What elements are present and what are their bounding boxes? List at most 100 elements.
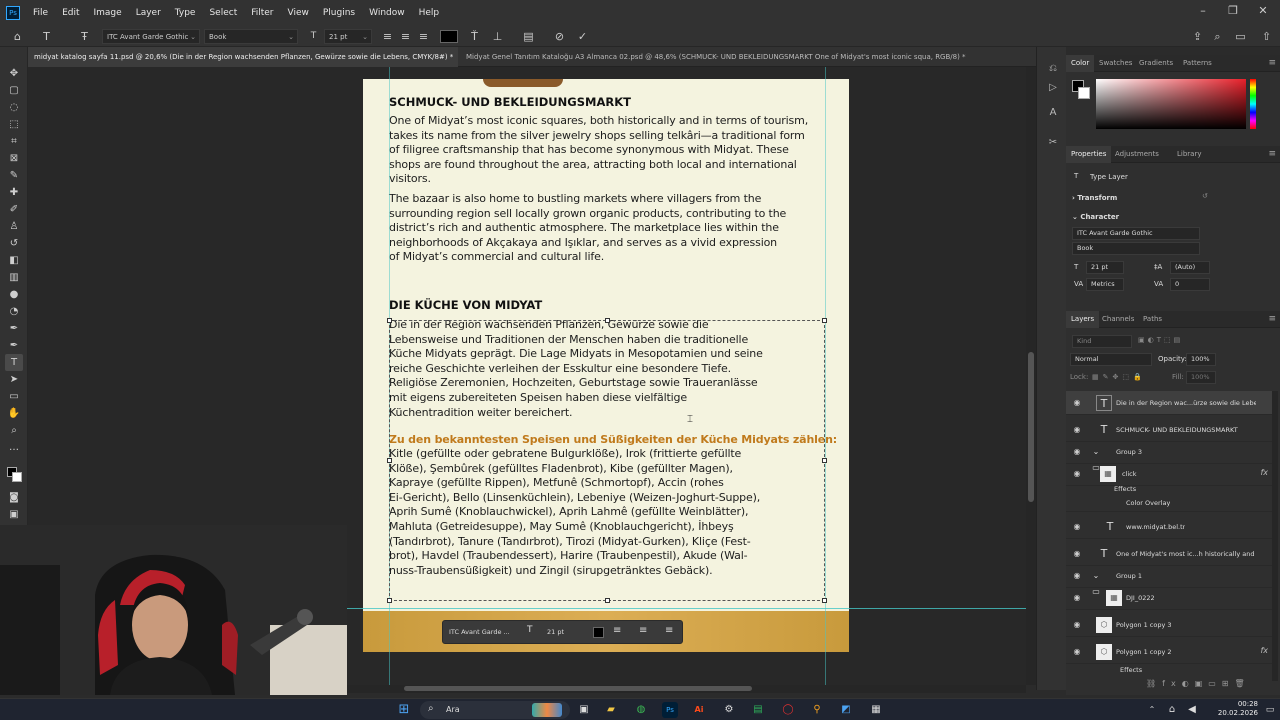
- gradient-tool-icon[interactable]: ▥: [5, 269, 23, 286]
- layer-row[interactable]: ◉ ⌄ ▭ Group 3: [1066, 440, 1272, 472]
- ctx-font-size[interactable]: 21 pt: [547, 626, 583, 639]
- search-icon[interactable]: ⌕: [1209, 28, 1226, 45]
- fx-icon[interactable]: fx: [1260, 468, 1268, 477]
- layer-row[interactable]: ◉ ⬡ Polygon 1 copy 2 fx: [1066, 640, 1272, 664]
- layer-row[interactable]: ◉ T Die in der Region wac...ürze sowie die…: [1066, 391, 1272, 415]
- paragraph-bazaar[interactable]: The bazaar is also home to bustling mark…: [389, 192, 839, 265]
- tab-swatches[interactable]: Swatches: [1094, 55, 1137, 72]
- crop-tool-icon[interactable]: ⌗: [5, 133, 23, 150]
- 3d-text-icon[interactable]: ⊥: [489, 28, 506, 45]
- tab-layers[interactable]: Layers: [1066, 311, 1100, 328]
- artboard-tool-icon[interactable]: ▢: [5, 82, 23, 99]
- heading-schmuck[interactable]: SCHMUCK- UND BEKLEIDUNGSMARKT: [389, 95, 631, 109]
- close-icon[interactable]: ✕: [1256, 4, 1270, 18]
- screen-mode-icon[interactable]: ▣: [5, 506, 23, 523]
- eye-icon[interactable]: ◉: [1072, 647, 1082, 657]
- prop-font-size[interactable]: 21 pt: [1086, 261, 1124, 274]
- chrome-icon[interactable]: ◍: [633, 702, 649, 718]
- menu-layer[interactable]: Layer: [129, 8, 168, 18]
- ctx-align-center-icon[interactable]: ≡: [639, 625, 647, 636]
- eye-icon[interactable]: ◉: [1072, 425, 1082, 435]
- menu-help[interactable]: Help: [412, 8, 447, 18]
- panel-menu-icon[interactable]: ≡: [1268, 58, 1276, 68]
- eye-icon[interactable]: ◉: [1072, 469, 1082, 479]
- clock[interactable]: 00:28 20.02.2026: [1214, 700, 1258, 718]
- notifications-icon[interactable]: ▭: [1262, 702, 1278, 718]
- blend-mode-select[interactable]: Normal: [1070, 353, 1152, 366]
- quick-mask-icon[interactable]: ◙: [5, 489, 23, 506]
- photoshop-app-icon[interactable]: Ps: [6, 6, 20, 20]
- font-size-select[interactable]: 21 pt ⌄: [324, 29, 372, 44]
- lock-icons[interactable]: ▦✎✥⬚🔒: [1092, 373, 1146, 381]
- file-explorer-icon[interactable]: ▰: [603, 702, 619, 718]
- menu-file[interactable]: File: [26, 8, 55, 18]
- text-orientation-icon[interactable]: Ŧ: [76, 28, 93, 45]
- ctx-font-family[interactable]: ITC Avant Garde ...: [449, 626, 519, 639]
- menu-type[interactable]: Type: [168, 8, 203, 18]
- transform-toggle[interactable]: › Transform: [1072, 194, 1117, 202]
- hue-slider[interactable]: [1250, 79, 1256, 129]
- background-color[interactable]: [1078, 87, 1090, 99]
- tab-gradients[interactable]: Gradients: [1134, 55, 1178, 72]
- pen-tool-icon[interactable]: ✒: [5, 320, 23, 337]
- character-toggle[interactable]: ⌄ Character: [1072, 213, 1119, 221]
- eye-icon[interactable]: ◉: [1072, 549, 1082, 559]
- history-brush-icon[interactable]: ↺: [5, 235, 23, 252]
- eye-icon[interactable]: ◉: [1072, 447, 1082, 457]
- fill-input[interactable]: 100%: [1186, 371, 1216, 384]
- tab-midyat-katalog[interactable]: midyat katalog sayfa 11.psd @ 20,6% (Die…: [28, 47, 458, 67]
- prop-font-family[interactable]: ITC Avant Garde Gothic: [1072, 227, 1200, 240]
- tab-library[interactable]: Library: [1172, 146, 1206, 163]
- eraser-tool-icon[interactable]: ◧: [5, 252, 23, 269]
- color-swatches-icon[interactable]: [5, 467, 23, 484]
- layer-row[interactable]: ◉ T One of Midyat's most ic...h historical…: [1066, 542, 1272, 566]
- handle-left[interactable]: [387, 458, 392, 463]
- text-color-swatch[interactable]: [440, 30, 458, 43]
- more-tools-icon[interactable]: …: [5, 439, 23, 456]
- panel-menu-icon[interactable]: ≡: [1268, 314, 1276, 324]
- hand-tool-icon[interactable]: ✋: [5, 405, 23, 422]
- paragraph-jewelry[interactable]: One of Midyat’s most iconic squares, bot…: [389, 114, 839, 187]
- tab-properties[interactable]: Properties: [1066, 146, 1112, 163]
- share-icon[interactable]: ⇪: [1189, 28, 1206, 45]
- illustrator-taskbar-icon[interactable]: Ai: [691, 702, 707, 718]
- calculator-icon[interactable]: ▦: [868, 702, 884, 718]
- home-icon[interactable]: ⌂: [9, 28, 26, 45]
- opera-icon[interactable]: ◯: [780, 702, 796, 718]
- tab-patterns[interactable]: Patterns: [1178, 55, 1217, 72]
- menu-window[interactable]: Window: [362, 8, 412, 18]
- prop-kerning[interactable]: Metrics: [1086, 278, 1124, 291]
- eye-icon[interactable]: ◉: [1072, 522, 1082, 532]
- warp-text-icon[interactable]: Ť: [466, 28, 483, 45]
- actions-panel-icon[interactable]: ▷: [1046, 82, 1060, 96]
- vertical-scroll-thumb[interactable]: [1028, 352, 1034, 502]
- heading-kuche[interactable]: DIE KÜCHE VON MIDYAT: [389, 298, 542, 312]
- clone-stamp-icon[interactable]: ♙: [5, 218, 23, 235]
- prop-leading[interactable]: (Auto): [1170, 261, 1210, 274]
- reset-transform-icon[interactable]: ↺: [1202, 192, 1208, 200]
- blur-tool-icon[interactable]: ●: [5, 286, 23, 303]
- windows-start-icon[interactable]: ⊞: [396, 702, 412, 718]
- layer-row[interactable]: ◉ T SCHMUCK- UND BEKLEIDUNGSMARKT: [1066, 418, 1272, 442]
- tab-paths[interactable]: Paths: [1138, 311, 1167, 328]
- tab-color[interactable]: Color: [1066, 55, 1095, 72]
- layer-row[interactable]: ◉ ⬡ Polygon 1 copy 3: [1066, 613, 1272, 637]
- menu-select[interactable]: Select: [202, 8, 244, 18]
- share-document-icon[interactable]: ⇧: [1258, 28, 1275, 45]
- pen-tool-2-icon[interactable]: ✒: [5, 337, 23, 354]
- taskbar-search[interactable]: ⌕ Ara: [420, 701, 570, 719]
- align-center-icon[interactable]: ≡: [397, 28, 414, 45]
- character-panel-icon[interactable]: ▤: [520, 28, 537, 45]
- settings-icon[interactable]: ⚙: [721, 702, 737, 718]
- handle-right[interactable]: [822, 458, 827, 463]
- opacity-input[interactable]: 100%: [1186, 353, 1216, 366]
- handle-bottom-right[interactable]: [822, 598, 827, 603]
- network-icon[interactable]: ⌂: [1164, 702, 1180, 718]
- tab-midyat-genel[interactable]: Midyat Genel Tanıtım Kataloğu A3 Almanca…: [460, 47, 1005, 67]
- ctx-align-left-icon[interactable]: ≡: [613, 625, 621, 636]
- tab-adjustments[interactable]: Adjustments: [1110, 146, 1164, 163]
- dodge-tool-icon[interactable]: ◔: [5, 303, 23, 320]
- font-style-select[interactable]: Book ⌄: [204, 29, 298, 44]
- search-app-icon[interactable]: ⚲: [809, 702, 825, 718]
- restore-icon[interactable]: ❐: [1226, 4, 1240, 18]
